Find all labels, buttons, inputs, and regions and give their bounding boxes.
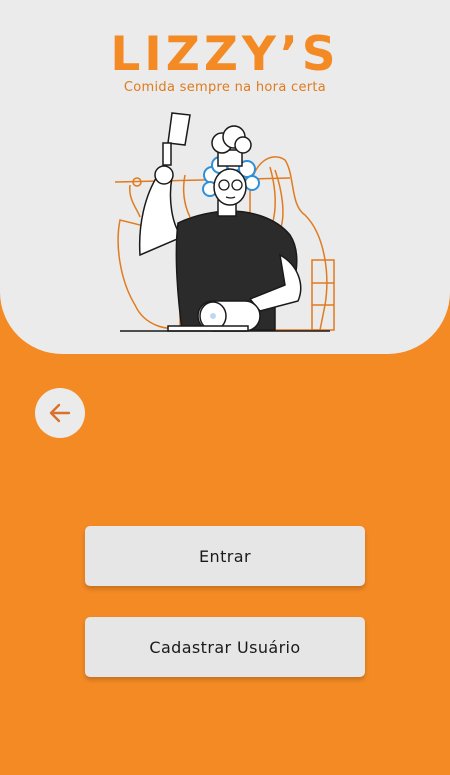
header-panel: LIZZY’S Comida sempre na hora certa	[0, 0, 450, 354]
register-user-button[interactable]: Cadastrar Usuário	[85, 617, 365, 677]
chef-illustration	[114, 112, 335, 332]
enter-button[interactable]: Entrar	[85, 526, 365, 586]
arrow-left-icon	[49, 403, 71, 423]
back-button[interactable]	[35, 388, 85, 438]
brand-logo: LIZZY’S	[110, 27, 340, 82]
brand-tagline: Comida sempre na hora certa	[123, 80, 327, 95]
